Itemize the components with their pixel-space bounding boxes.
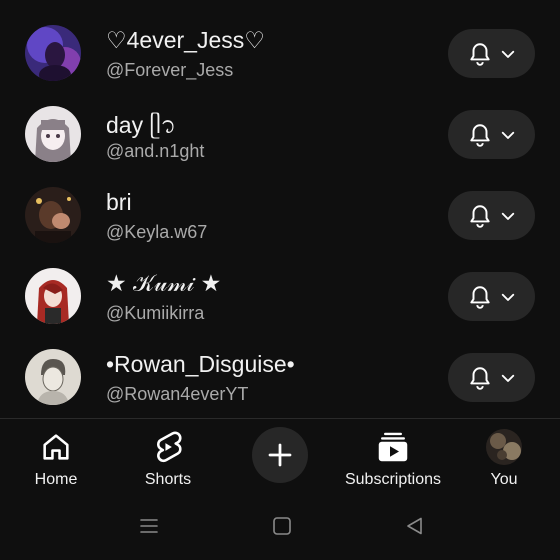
channel-name[interactable]: •Rowan_Disguise• xyxy=(106,351,295,378)
chevron-down-icon xyxy=(501,212,514,220)
notification-setting-button[interactable] xyxy=(448,191,535,240)
nav-subscriptions[interactable]: Subscriptions xyxy=(338,419,448,495)
nav-you-label: You xyxy=(490,471,518,488)
chevron-down-icon xyxy=(501,50,514,58)
you-avatar xyxy=(486,429,522,465)
avatar-purple-portrait-icon xyxy=(25,25,81,81)
create-plus-icon xyxy=(268,443,292,467)
channel-handle: @Forever_Jess xyxy=(106,60,234,80)
notification-setting-button[interactable] xyxy=(448,272,535,321)
system-navigation-bar xyxy=(0,495,560,560)
channel-handle: @Rowan4everYT xyxy=(106,384,249,404)
system-recents-button[interactable] xyxy=(138,515,160,542)
channel-row[interactable]: day ᥫ᭡ @and.n1ght xyxy=(0,94,560,174)
channel-avatar[interactable] xyxy=(25,25,81,81)
avatar-sketch-portrait-icon xyxy=(25,349,81,405)
bottom-navigation-bar: Home Shorts Subscriptions You xyxy=(0,419,560,495)
channel-handle: @Kumiikirra xyxy=(106,303,205,323)
notification-setting-button[interactable] xyxy=(448,29,535,78)
channel-name[interactable]: ★ 𝒦𝓊𝓂𝒾 ★ xyxy=(106,270,221,297)
channel-avatar[interactable] xyxy=(25,268,81,324)
menu-lines-icon xyxy=(140,519,158,533)
avatar-red-hair-icon xyxy=(25,268,81,324)
nav-shorts[interactable]: Shorts xyxy=(136,419,200,495)
chevron-down-icon xyxy=(501,131,514,139)
home-icon xyxy=(43,434,69,460)
subscriptions-icon xyxy=(378,432,408,462)
chevron-down-icon xyxy=(501,293,514,301)
home-square-icon xyxy=(273,517,291,535)
nav-shorts-label: Shorts xyxy=(144,471,192,488)
channel-avatar[interactable] xyxy=(25,106,81,162)
channel-avatar[interactable] xyxy=(25,187,81,243)
nav-home-label: Home xyxy=(34,471,78,488)
nav-subscriptions-label: Subscriptions xyxy=(344,471,442,488)
bell-icon xyxy=(469,204,490,228)
bell-icon xyxy=(469,42,490,66)
channel-handle: @Keyla.w67 xyxy=(106,222,208,242)
system-back-button[interactable] xyxy=(404,515,426,542)
system-home-button[interactable] xyxy=(271,515,293,542)
profile-avatar-icon xyxy=(486,429,522,465)
channel-row[interactable]: •Rowan_Disguise• @Rowan4everYT xyxy=(0,337,560,417)
channel-row[interactable]: ♡4ever_Jess♡ @Forever_Jess xyxy=(0,13,560,93)
bell-icon xyxy=(469,285,490,309)
nav-you[interactable]: You xyxy=(478,419,530,495)
notification-setting-button[interactable] xyxy=(448,110,535,159)
notification-setting-button[interactable] xyxy=(448,353,535,402)
channel-name[interactable]: ♡4ever_Jess♡ xyxy=(106,27,265,54)
chevron-down-icon xyxy=(501,374,514,382)
bell-icon xyxy=(469,123,490,147)
channel-row-partial[interactable] xyxy=(0,0,560,2)
create-button[interactable] xyxy=(252,427,308,483)
bell-icon xyxy=(469,366,490,390)
avatar-anime-girl-icon xyxy=(25,106,81,162)
channel-handle: @and.n1ght xyxy=(106,141,205,161)
channel-name[interactable]: bri xyxy=(106,189,132,216)
channel-avatar[interactable] xyxy=(25,349,81,405)
channel-row[interactable]: bri @Keyla.w67 xyxy=(0,175,560,255)
back-triangle-icon xyxy=(407,517,422,535)
nav-home[interactable]: Home xyxy=(26,419,86,495)
avatar-dark-photo-icon xyxy=(25,187,81,243)
channel-row[interactable]: ★ 𝒦𝓊𝓂𝒾 ★ @Kumiikirra xyxy=(0,256,560,336)
shorts-icon xyxy=(157,431,182,463)
